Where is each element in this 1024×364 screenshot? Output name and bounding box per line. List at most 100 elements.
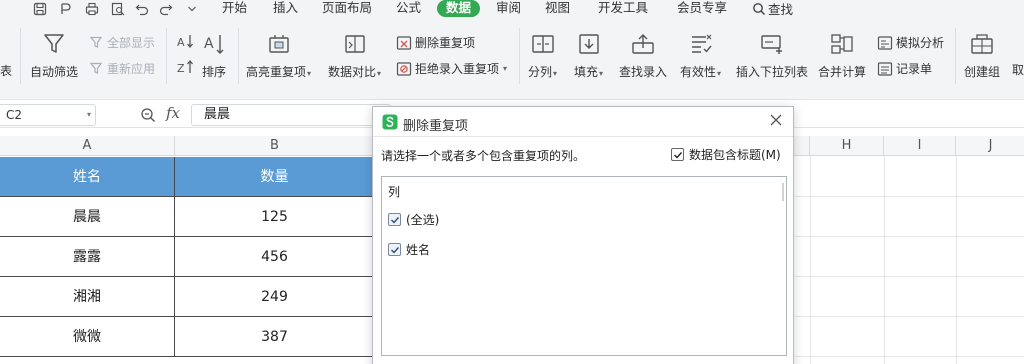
tab-view[interactable]: 视图: [545, 0, 570, 17]
zoom-formula-icon[interactable]: [140, 107, 156, 126]
table-cell-quantity[interactable]: 456: [175, 237, 375, 277]
consolidate-button[interactable]: 合并计算: [818, 30, 866, 80]
grid-line: [795, 196, 1024, 197]
sort-descending-icon[interactable]: Z: [176, 58, 194, 79]
filter-clear-icon: [90, 36, 103, 48]
checkbox-checked-icon: [671, 148, 684, 161]
chevron-down-icon: ▾: [553, 69, 558, 78]
reject-duplicates-button[interactable]: 拒绝录入重复项 ▾: [396, 60, 507, 77]
chevron-down-icon: ▾: [599, 69, 604, 78]
fill-button[interactable]: 填充▾: [574, 30, 603, 80]
close-icon[interactable]: [769, 113, 783, 127]
column-header-i[interactable]: I: [884, 136, 956, 156]
consolidate-label: 合并计算: [818, 65, 867, 79]
tab-data[interactable]: 数据: [437, 0, 481, 17]
chevron-down-icon: ▾: [86, 110, 91, 119]
validity-button[interactable]: 有效性▾: [680, 30, 721, 80]
create-group-button[interactable]: 创建组: [964, 30, 1000, 80]
list-item-select-all[interactable]: (全选): [388, 211, 439, 228]
remove-duplicates-icon: [396, 35, 412, 50]
table-cell-name[interactable]: 晨晨: [0, 197, 175, 237]
find-entry-button[interactable]: 查找录入: [619, 30, 667, 80]
column-header-a[interactable]: A: [0, 136, 175, 156]
sort-button[interactable]: A 排序: [200, 30, 228, 80]
tab-home[interactable]: 开始: [222, 0, 247, 17]
simulate-analysis-button[interactable]: 模拟分析: [877, 34, 944, 51]
grid-line: [810, 156, 811, 364]
table-cell-name[interactable]: 微微: [0, 317, 175, 357]
remove-duplicates-dialog: 删除重复项 请选择一个或者多个包含重复项的列。 数据包含标题(M) 列 (全选)…: [372, 106, 794, 364]
undo-history-icon[interactable]: [58, 1, 74, 17]
list-scrollbar[interactable]: [782, 183, 784, 201]
has-header-checkbox[interactable]: 数据包含标题(M): [671, 146, 781, 163]
simulate-analysis-icon: [877, 35, 893, 50]
show-all-button[interactable]: 全部显示: [90, 34, 155, 51]
split-column-label: 分列: [528, 65, 553, 79]
table-cell-name[interactable]: 湘湘: [0, 277, 175, 317]
highlight-duplicates-button[interactable]: 高亮重复项▾: [246, 30, 311, 80]
formula-input[interactable]: 晨晨: [191, 104, 391, 126]
tab-page-layout[interactable]: 页面布局: [322, 0, 372, 17]
record-form-icon: [877, 61, 893, 76]
tab-member[interactable]: 会员专享: [677, 0, 727, 17]
search-tab[interactable]: 查找: [752, 0, 798, 17]
print-icon[interactable]: [84, 1, 100, 17]
svg-text:A: A: [177, 36, 185, 49]
ribbon-divider: [238, 28, 239, 84]
consolidate-icon: [828, 30, 856, 58]
table-cell-quantity[interactable]: 249: [175, 277, 375, 317]
reapply-button[interactable]: 重新应用: [90, 60, 155, 77]
grid-line: [795, 316, 1024, 317]
column-header-h[interactable]: H: [810, 136, 884, 156]
dialog-title-bar: 删除重复项: [382, 114, 468, 134]
insert-function-button[interactable]: fx: [166, 104, 180, 122]
ribbon-divider: [955, 28, 956, 84]
list-header: 列: [388, 185, 401, 199]
autofilter-button[interactable]: 自动筛选: [30, 30, 78, 80]
columns-listbox[interactable]: 列 (全选) 姓名: [381, 176, 787, 356]
name-box[interactable]: C2 ▾: [0, 104, 96, 126]
column-header-j[interactable]: J: [956, 136, 1024, 156]
tab-developer[interactable]: 开发工具: [598, 0, 648, 17]
reapply-label: 重新应用: [107, 62, 156, 76]
print-preview-icon[interactable]: [110, 1, 126, 17]
column-header-b[interactable]: B: [175, 136, 375, 156]
data-compare-button[interactable]: 数据对比▾: [328, 30, 381, 80]
fill-down-icon: [575, 30, 603, 58]
record-form-button[interactable]: 记录单: [877, 60, 932, 77]
chevron-down-icon: ▾: [717, 69, 722, 78]
sort-ascending-icon[interactable]: A: [176, 32, 194, 53]
ribbon-left-cut-label: 表: [0, 64, 13, 78]
ribbon: 表 自动筛选 全部显示 重新应用 A Z A 排序 高亮重复项▾ 数据对比▾ 删…: [0, 18, 1024, 100]
tab-review[interactable]: 审阅: [496, 0, 521, 17]
grid-line: [795, 356, 1024, 357]
table-cell-quantity[interactable]: 125: [175, 197, 375, 237]
insert-dropdown-icon: [758, 30, 786, 58]
header-cell-name[interactable]: 姓名: [0, 157, 175, 197]
data-compare-label: 数据对比: [328, 65, 377, 79]
split-column-button[interactable]: 分列▾: [528, 30, 557, 80]
simulate-analysis-label: 模拟分析: [896, 36, 945, 50]
customize-toolbar-icon[interactable]: [184, 1, 200, 17]
create-group-label: 创建组: [964, 65, 1001, 79]
tab-formulas[interactable]: 公式: [396, 0, 421, 17]
grid-line: [884, 156, 885, 364]
list-item-name-column[interactable]: 姓名: [388, 241, 430, 258]
validity-label: 有效性: [680, 65, 717, 79]
grid-line: [795, 276, 1024, 277]
save-icon[interactable]: [32, 1, 48, 17]
table-cell-name[interactable]: 露露: [0, 237, 175, 277]
redo-icon[interactable]: [158, 1, 174, 17]
cell-reference: C2: [6, 108, 23, 122]
svg-text:Z: Z: [177, 62, 185, 75]
reject-duplicates-label: 拒绝录入重复项: [415, 62, 500, 76]
list-item-label: (全选): [406, 213, 440, 227]
grid-line: [956, 156, 957, 364]
table-cell-quantity[interactable]: 387: [175, 317, 375, 357]
tab-insert[interactable]: 插入: [273, 0, 298, 17]
undo-icon[interactable]: [134, 1, 150, 17]
remove-duplicates-button[interactable]: 删除重复项: [396, 34, 475, 51]
header-cell-quantity[interactable]: 数量: [175, 157, 375, 197]
fill-label: 填充: [574, 65, 599, 79]
insert-dropdown-list-button[interactable]: 插入下拉列表: [736, 30, 808, 80]
